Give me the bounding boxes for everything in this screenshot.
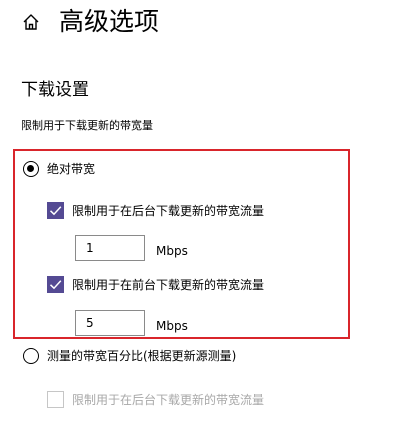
radio-selected-dot	[27, 165, 34, 172]
checkbox-limit-foreground[interactable]	[47, 276, 64, 293]
section-title-download-settings: 下载设置	[21, 80, 89, 100]
page-title: 高级选项	[59, 7, 160, 36]
radio-measured-bandwidth[interactable]	[23, 348, 39, 364]
radio-label-absolute-bandwidth: 绝对带宽	[47, 162, 96, 176]
foreground-bandwidth-unit: Mbps	[156, 319, 188, 333]
radio-absolute-bandwidth[interactable]	[23, 161, 39, 177]
checkbox-limit-background-percentage[interactable]	[47, 391, 64, 408]
checkbox-limit-background[interactable]	[47, 202, 64, 219]
background-bandwidth-input[interactable]	[75, 235, 145, 261]
checkmark-icon	[49, 280, 62, 290]
foreground-bandwidth-input[interactable]	[75, 310, 145, 336]
section-description: 限制用于下载更新的带宽量	[21, 119, 153, 132]
checkbox-label-limit-background-percentage: 限制用于在后台下载更新的带宽流量	[72, 393, 265, 407]
background-bandwidth-unit: Mbps	[156, 244, 188, 258]
home-icon[interactable]	[21, 12, 41, 32]
checkbox-label-limit-background: 限制用于在后台下载更新的带宽流量	[72, 204, 265, 218]
checkmark-icon	[49, 206, 62, 216]
checkbox-label-limit-foreground: 限制用于在前台下载更新的带宽流量	[72, 278, 265, 292]
radio-label-measured-bandwidth: 测量的带宽百分比(根据更新源测量)	[47, 349, 237, 363]
advanced-options-page: 高级选项 下载设置 限制用于下载更新的带宽量 绝对带宽 限制用于在后台下载更新的…	[0, 0, 406, 421]
